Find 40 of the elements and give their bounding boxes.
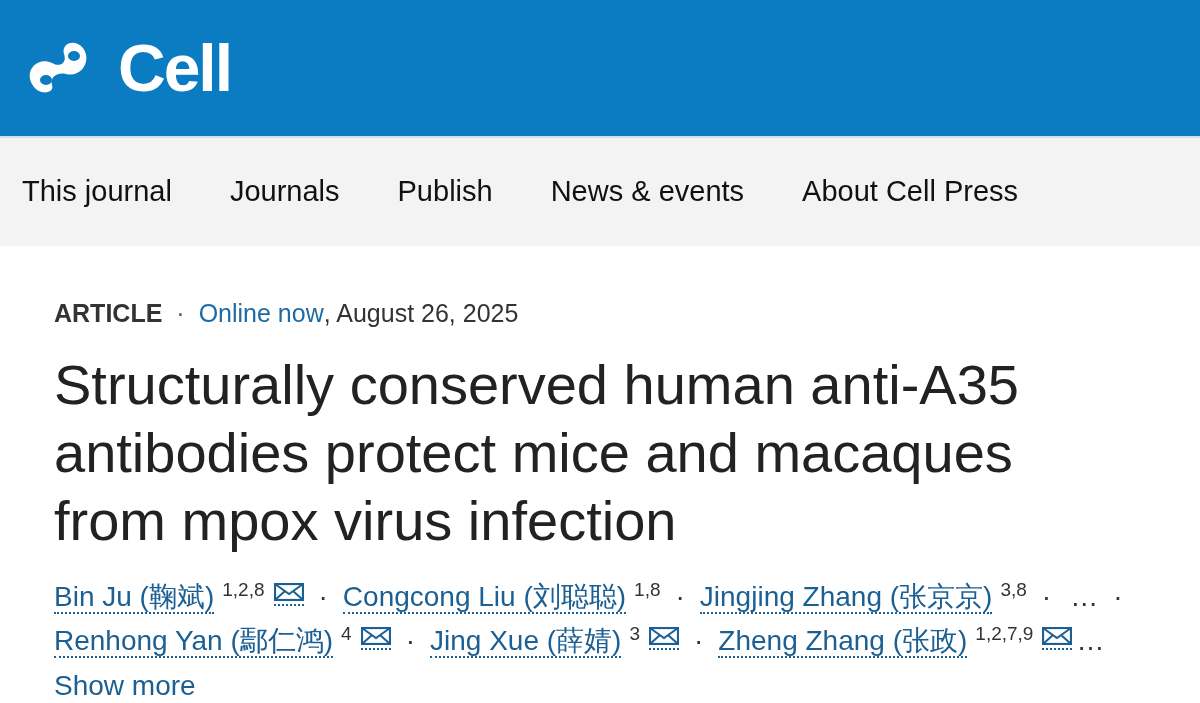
email-link[interactable] [273, 583, 304, 606]
separator-dot: · [405, 625, 415, 656]
affiliation-numbers: 3 [629, 622, 640, 644]
envelope-icon [360, 627, 391, 645]
article-type-label: ARTICLE [54, 298, 163, 328]
article-title: Structurally conserved human anti-A35 antibodies protect mice and macaques from mpox virus infection [54, 352, 1020, 554]
email-link[interactable] [360, 627, 391, 650]
show-more-link[interactable]: Show more [54, 667, 196, 703]
ellipsis-text: … [1076, 625, 1105, 656]
author-link[interactable]: Bin Ju (鞠斌) [54, 581, 215, 614]
ellipsis-text: … [1070, 581, 1099, 612]
email-link[interactable] [649, 627, 679, 650]
envelope-icon [273, 583, 304, 601]
envelope-icon [1042, 627, 1073, 645]
affiliation-numbers: 1,8 [634, 578, 661, 600]
email-link[interactable] [1042, 627, 1073, 650]
online-now-link[interactable]: Online now [198, 298, 324, 328]
affiliation-numbers: 4 [341, 622, 352, 644]
separator-dot: · [176, 298, 185, 328]
affiliation-numbers: 3,8 [1000, 578, 1027, 600]
publication-date: , August 26, 2025 [323, 298, 519, 328]
separator-dot: · [318, 581, 328, 612]
author-link[interactable]: Jing Xue (薛婧) [430, 625, 622, 658]
affiliation-numbers: 1,2,7,9 [975, 622, 1034, 644]
affiliation-numbers: 1,2,8 [222, 578, 265, 600]
separator-dot: · [675, 581, 685, 612]
envelope-icon [649, 627, 679, 645]
author-link[interactable]: Jingjing Zhang (张京京) [699, 581, 993, 614]
nav-link[interactable]: About Cell Press [802, 170, 1019, 214]
separator-dot: · [694, 625, 704, 656]
author-link[interactable]: Renhong Yan (鄢仁鸿) [54, 625, 334, 658]
separator-dot: · [1041, 581, 1052, 612]
nav-link[interactable]: This journal [22, 170, 172, 214]
nav-link[interactable]: Journals [229, 170, 340, 214]
separator-dot: · [1113, 581, 1123, 612]
nav-link[interactable]: News & events [550, 170, 745, 214]
nav-link[interactable]: Publish [397, 170, 493, 214]
author-link[interactable]: Zheng Zhang (张政) [718, 625, 968, 658]
author-link[interactable]: Congcong Liu (刘聪聪) [342, 581, 627, 614]
logo-text: Cell [118, 35, 232, 101]
